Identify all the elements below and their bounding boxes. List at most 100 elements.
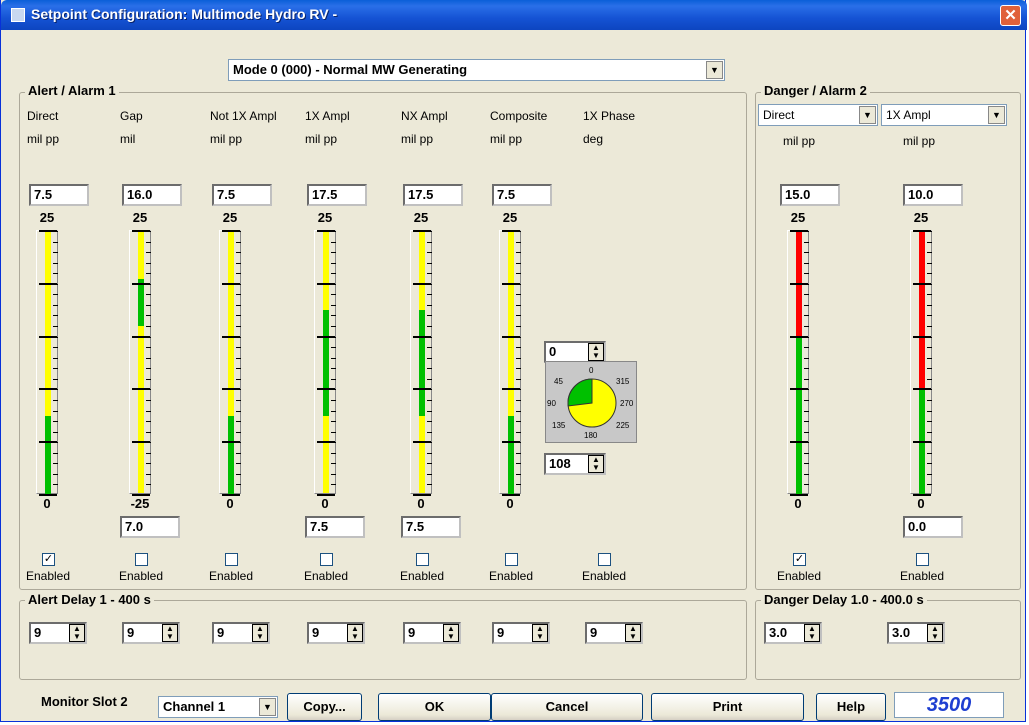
danger-bar-minor-tick: [927, 452, 932, 454]
cancel-button[interactable]: Cancel: [491, 693, 643, 721]
chevron-down-icon[interactable]: ▼: [259, 698, 276, 716]
enabled-checkbox-4[interactable]: [416, 553, 429, 566]
help-button[interactable]: Help: [816, 693, 886, 721]
alert-bar-minor-tick: [146, 484, 151, 486]
alert-bar-minor-tick: [236, 273, 241, 275]
phase-lower-spinner[interactable]: 108 ▲ ▼: [544, 453, 606, 475]
danger-delay-spinner-0[interactable]: 3.0 ▲ ▼: [764, 622, 822, 644]
danger-bar-minor-tick: [927, 315, 932, 317]
alert-bar-minor-tick: [516, 399, 521, 401]
print-button[interactable]: Print: [651, 693, 804, 721]
alert-bar-minor-tick: [236, 262, 241, 264]
alert-bar-minor-tick: [146, 368, 151, 370]
scale-bottom-4: 0: [417, 496, 425, 511]
alert-bar-minor-tick: [516, 357, 521, 359]
alert-bar-4[interactable]: [410, 230, 432, 496]
spin-arrows-icon[interactable]: ▲ ▼: [347, 624, 363, 642]
spin-arrows-icon[interactable]: ▲ ▼: [162, 624, 178, 642]
danger-bar-minor-tick: [927, 410, 932, 412]
alert-setpoint-input-1[interactable]: 16.0: [122, 184, 182, 206]
alert-delay-spinner-4[interactable]: 9 ▲ ▼: [403, 622, 461, 644]
spin-arrows-icon[interactable]: ▲ ▼: [927, 624, 943, 642]
enabled-checkbox-0[interactable]: ✓: [42, 553, 55, 566]
danger-low-input-1[interactable]: 0.0: [903, 516, 963, 538]
alert-bar-minor-tick: [146, 231, 151, 232]
danger-unit-1: mil pp: [783, 134, 816, 148]
column-unit-5: mil pp: [490, 132, 523, 146]
alert-low-input-4[interactable]: 7.5: [401, 516, 461, 538]
channel-select[interactable]: Channel 1 ▼: [158, 696, 278, 718]
alert-bar-ok-3: [323, 310, 329, 416]
alert-setpoint-input-3[interactable]: 17.5: [307, 184, 367, 206]
alert-delay-spinner-1[interactable]: 9 ▲ ▼: [122, 622, 180, 644]
mode-select[interactable]: Mode 0 (000) - Normal MW Generating ▼: [228, 59, 725, 81]
phase-dial[interactable]: 0 45 315 90 270 135 225 180: [545, 361, 637, 443]
danger-setpoint-input-1[interactable]: 10.0: [903, 184, 963, 206]
enabled-checkbox-2[interactable]: [225, 553, 238, 566]
alert-bar-5[interactable]: [499, 230, 521, 496]
alert-bar-minor-tick: [53, 399, 58, 401]
alert-bar-minor-tick: [516, 484, 521, 486]
alert-bar-2[interactable]: [219, 230, 241, 496]
danger-setpoint-input-0[interactable]: 15.0: [780, 184, 840, 206]
alert-bar-minor-tick: [146, 378, 151, 380]
alert-delay-spinner-2[interactable]: 9 ▲ ▼: [212, 622, 270, 644]
danger-bar-minor-tick: [927, 262, 932, 264]
chevron-down-icon[interactable]: ▼: [859, 106, 876, 124]
alert-bar-minor-tick: [516, 231, 521, 232]
spin-arrows-icon[interactable]: ▲ ▼: [69, 624, 85, 642]
alert-bar-minor-tick: [236, 452, 241, 454]
danger-bar-0[interactable]: [787, 230, 809, 496]
alert-bar-3[interactable]: [314, 230, 336, 496]
alert-bar-0[interactable]: [36, 230, 58, 496]
enabled-checkbox-1[interactable]: [135, 553, 148, 566]
alert-delay-spinner-6[interactable]: 9 ▲ ▼: [585, 622, 643, 644]
copy-button[interactable]: Copy...: [287, 693, 362, 721]
column-name-4: NX Ampl: [401, 109, 448, 123]
danger-delay-spinner-1[interactable]: 3.0 ▲ ▼: [887, 622, 945, 644]
danger-measure-select-1[interactable]: Direct ▼: [758, 104, 878, 126]
alert-bar-minor-tick: [331, 304, 336, 306]
alert-low-input-3[interactable]: 7.5: [305, 516, 365, 538]
enabled-checkbox-6[interactable]: [598, 553, 611, 566]
spin-arrows-icon[interactable]: ▲ ▼: [804, 624, 820, 642]
ok-button[interactable]: OK: [378, 693, 491, 721]
enabled-checkbox-3[interactable]: [320, 553, 333, 566]
danger-enabled-checkbox-0[interactable]: ✓: [793, 553, 806, 566]
spin-arrows-icon[interactable]: ▲ ▼: [443, 624, 459, 642]
danger-bar-minor-tick: [804, 336, 809, 338]
close-button[interactable]: ✕: [1000, 5, 1021, 26]
spin-arrows-icon[interactable]: ▲ ▼: [588, 455, 604, 473]
alert-delay-spinner-3[interactable]: 9 ▲ ▼: [307, 622, 365, 644]
danger-measure-select-2[interactable]: 1X Ampl ▼: [881, 104, 1007, 126]
chevron-down-icon[interactable]: ▼: [988, 106, 1005, 124]
spin-arrows-icon[interactable]: ▲ ▼: [532, 624, 548, 642]
danger-enabled-checkbox-1[interactable]: [916, 553, 929, 566]
spin-arrows-icon[interactable]: ▲ ▼: [625, 624, 641, 642]
alert-bar-minor-tick: [427, 304, 432, 306]
alert-bar-minor-tick: [53, 294, 58, 296]
alert-setpoint-input-0[interactable]: 7.5: [29, 184, 89, 206]
danger-scale-bottom-1: 0: [917, 496, 925, 511]
alert-low-input-1[interactable]: 7.0: [120, 516, 180, 538]
danger-bar-minor-tick: [927, 252, 932, 254]
danger-bar-minor-tick: [804, 452, 809, 454]
phase-tick-90: 90: [547, 399, 556, 408]
alert-setpoint-input-4[interactable]: 17.5: [403, 184, 463, 206]
alert-setpoint-input-2[interactable]: 7.5: [212, 184, 272, 206]
alert-bar-minor-tick: [427, 283, 432, 285]
spin-arrows-icon[interactable]: ▲ ▼: [588, 343, 604, 361]
alert-delay-spinner-5[interactable]: 9 ▲ ▼: [492, 622, 550, 644]
alert-bar-1[interactable]: [129, 230, 151, 496]
alert-delay-spinner-0[interactable]: 9 ▲ ▼: [29, 622, 87, 644]
alert-bar-minor-tick: [331, 463, 336, 465]
spin-arrows-icon[interactable]: ▲ ▼: [252, 624, 268, 642]
danger-bar-1[interactable]: [910, 230, 932, 496]
phase-upper-spinner[interactable]: 0 ▲ ▼: [544, 341, 606, 363]
alert-bar-minor-tick: [146, 442, 151, 444]
alert-setpoint-input-5[interactable]: 7.5: [492, 184, 552, 206]
chevron-down-icon[interactable]: ▼: [706, 61, 723, 79]
alert-bar-minor-tick: [53, 410, 58, 412]
enabled-checkbox-5[interactable]: [505, 553, 518, 566]
alert-bar-minor-tick: [331, 473, 336, 475]
